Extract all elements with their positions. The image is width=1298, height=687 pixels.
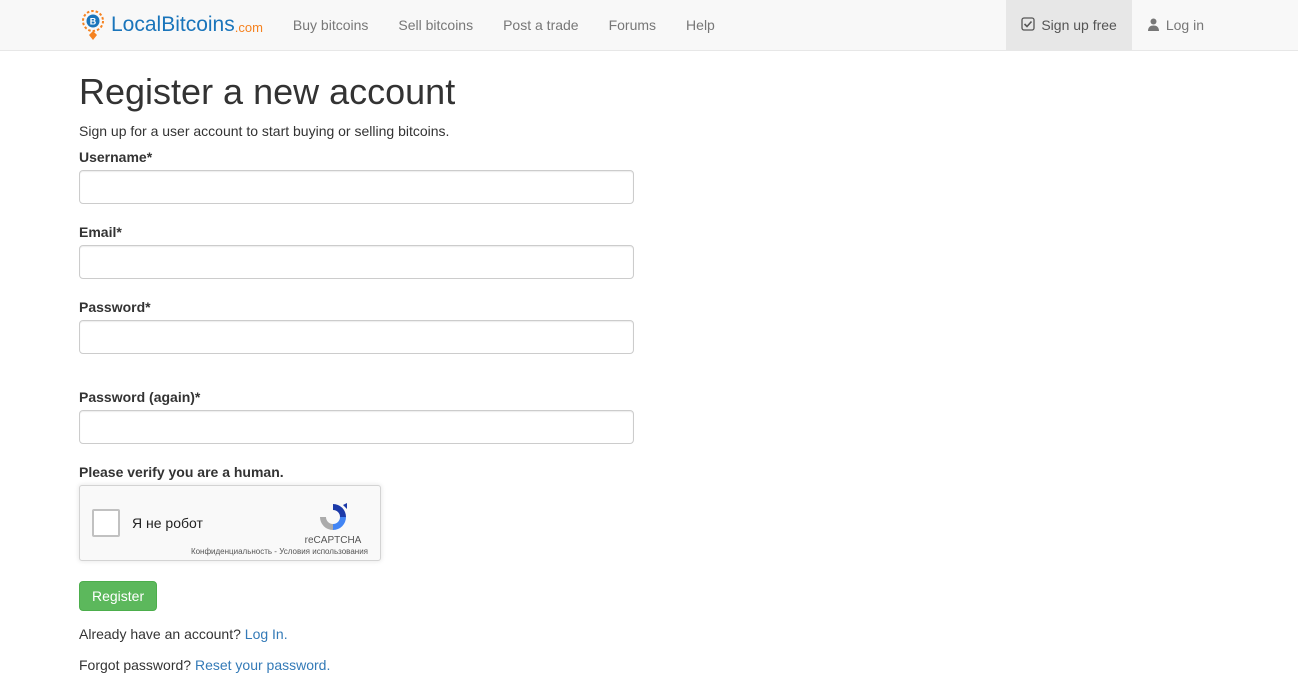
- check-square-icon: [1021, 17, 1035, 34]
- recaptcha-checkbox[interactable]: [92, 509, 120, 537]
- nav-sell-bitcoins[interactable]: Sell bitcoins: [383, 2, 488, 48]
- recaptcha-widget: Я не робот reCAPTCHA Конфиденциальность …: [79, 485, 381, 561]
- register-button[interactable]: Register: [79, 581, 157, 611]
- username-label: Username*: [79, 149, 634, 165]
- forgot-password: Forgot password? Reset your password.: [79, 657, 634, 673]
- email-label: Email*: [79, 224, 634, 240]
- already-have-account: Already have an account? Log In.: [79, 626, 634, 642]
- logo-text-main: LocalBitcoins: [111, 13, 235, 37]
- nav-help[interactable]: Help: [671, 2, 730, 48]
- page-subtitle: Sign up for a user account to start buyi…: [79, 123, 1219, 139]
- username-input[interactable]: [79, 170, 634, 204]
- recaptcha-brand-text: reCAPTCHA: [298, 535, 368, 546]
- logo-link[interactable]: B LocalBitcoins.com: [79, 1, 278, 49]
- recaptcha-icon: [317, 501, 349, 533]
- logo-icon: B: [79, 9, 107, 41]
- register-form: Username* Email* Password* Password (aga…: [79, 149, 634, 673]
- signup-link[interactable]: Sign up free: [1006, 0, 1132, 50]
- svg-text:B: B: [90, 17, 97, 27]
- recaptcha-checkbox-label: Я не робот: [132, 515, 298, 531]
- email-input[interactable]: [79, 245, 634, 279]
- password-again-label: Password (again)*: [79, 389, 634, 405]
- forgot-text: Forgot password?: [79, 657, 195, 673]
- password-label: Password*: [79, 299, 634, 315]
- password-input[interactable]: [79, 320, 634, 354]
- page-header: Register a new account Sign up for a use…: [79, 71, 1219, 139]
- recaptcha-brand: reCAPTCHA: [298, 501, 368, 546]
- user-icon: [1147, 17, 1160, 34]
- recaptcha-terms[interactable]: Конфиденциальность - Условия использован…: [191, 547, 368, 556]
- nav-buy-bitcoins[interactable]: Buy bitcoins: [278, 2, 383, 48]
- nav-links: Buy bitcoins Sell bitcoins Post a trade …: [278, 2, 730, 48]
- nav-post-trade[interactable]: Post a trade: [488, 2, 594, 48]
- login-label: Log in: [1166, 17, 1204, 33]
- signup-label: Sign up free: [1041, 17, 1117, 33]
- login-link[interactable]: Log in: [1132, 0, 1219, 50]
- login-inline-link[interactable]: Log In.: [245, 626, 288, 642]
- nav-forums[interactable]: Forums: [594, 2, 671, 48]
- logo-text-sub: .com: [235, 20, 263, 35]
- password-again-input[interactable]: [79, 410, 634, 444]
- already-text: Already have an account?: [79, 626, 245, 642]
- reset-password-link[interactable]: Reset your password.: [195, 657, 330, 673]
- captcha-heading: Please verify you are a human.: [79, 464, 634, 480]
- page-title: Register a new account: [79, 71, 1219, 113]
- top-navbar: B LocalBitcoins.com Buy bitcoins Sell bi…: [0, 0, 1298, 51]
